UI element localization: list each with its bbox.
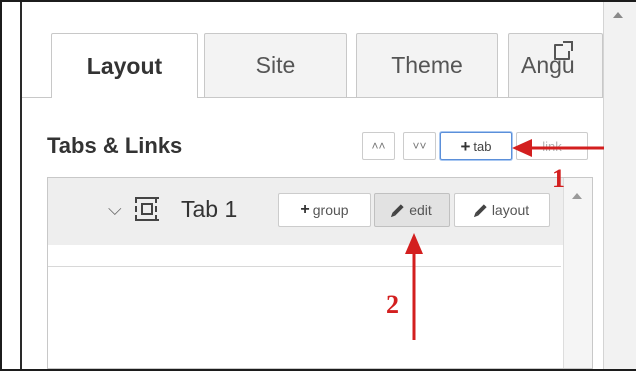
annotation-number-2: 2 — [386, 290, 399, 319]
section-heading: Tabs & Links — [47, 133, 183, 158]
tab-layout[interactable]: Layout — [51, 33, 198, 98]
collapse-all-button[interactable]: ˄˄ — [362, 132, 395, 160]
plus-icon: + — [300, 201, 310, 218]
layout-label: layout — [491, 202, 530, 218]
tab-label: Site — [255, 52, 296, 78]
external-link-icon[interactable] — [554, 41, 573, 60]
frame-border-left — [0, 0, 2, 371]
add-link-label: link — [542, 138, 562, 154]
tab-site[interactable]: Site — [204, 33, 347, 97]
tree-row-divider — [48, 266, 561, 267]
edit-label: edit — [409, 202, 432, 218]
add-link-button[interactable]: link — [516, 132, 588, 160]
double-chevron-up-icon: ˄˄ — [371, 139, 386, 153]
plus-icon: + — [460, 136, 471, 156]
screen: Layout Site Theme Angu Tabs & Links ˄˄ ˅… — [0, 0, 636, 371]
tab-label: Layout — [86, 52, 163, 79]
add-tab-button[interactable]: + tab — [440, 132, 512, 160]
expand-all-button[interactable]: ˅˅ — [403, 132, 436, 160]
layout-tab-button[interactable]: layout — [454, 193, 550, 227]
tab-angular[interactable]: Angu — [508, 33, 603, 97]
pencil-icon — [475, 204, 487, 216]
panel-scroll-up-icon[interactable] — [572, 193, 582, 199]
frame-divider — [20, 2, 22, 369]
panel-scrollbar[interactable] — [563, 178, 592, 368]
add-group-label: group — [312, 202, 349, 218]
scroll-up-arrow-icon[interactable] — [613, 12, 623, 18]
edit-tab-button[interactable]: edit — [374, 193, 450, 227]
chevron-down-icon[interactable]: ⌵ — [108, 199, 122, 220]
double-chevron-down-icon: ˅˅ — [412, 139, 427, 153]
tab-label: Theme — [391, 52, 463, 78]
tree-row-name: Tab 1 — [181, 196, 238, 222]
pencil-icon — [392, 204, 404, 216]
add-group-button[interactable]: + group — [278, 193, 371, 227]
add-tab-label: tab — [473, 138, 492, 154]
tab-frame-icon — [135, 197, 159, 221]
tab-theme[interactable]: Theme — [356, 33, 498, 97]
annotation-number-1: 1 — [552, 164, 565, 193]
frame-border-top — [0, 0, 636, 2]
page-scrollbar[interactable] — [603, 2, 636, 369]
